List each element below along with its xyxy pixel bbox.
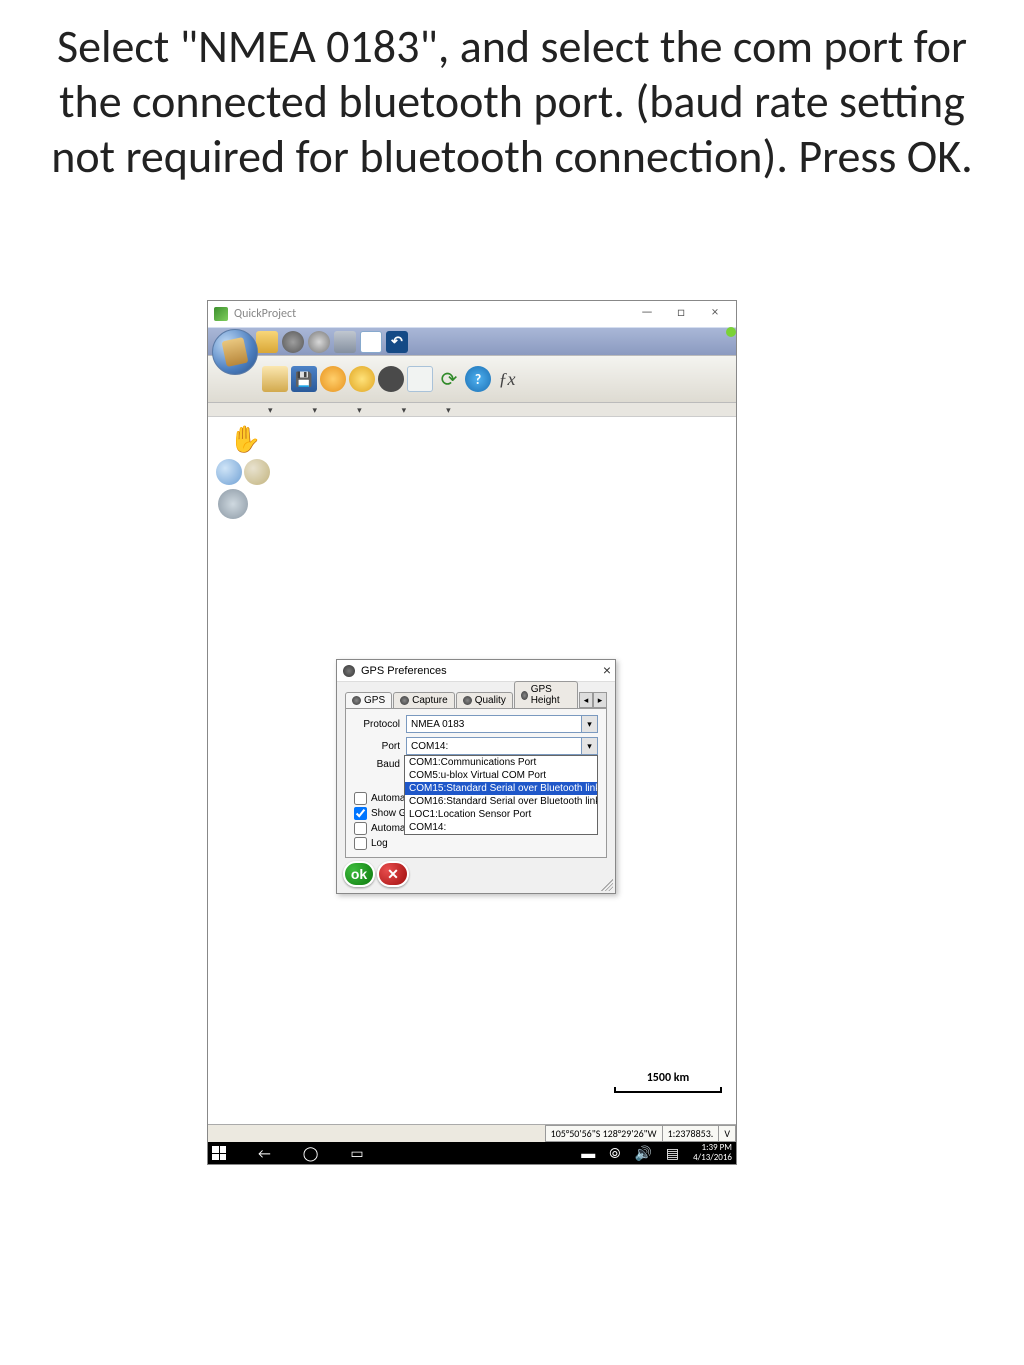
document-icon[interactable]	[407, 366, 433, 392]
port-option[interactable]: COM16:Standard Serial over Bluetooth lin…	[405, 795, 597, 808]
instruction-text: Select "NMEA 0183", and select the com p…	[0, 0, 1024, 196]
status-scale: 1:2378853.	[662, 1125, 720, 1142]
app-icon	[214, 307, 228, 321]
dropdown-caret-icon[interactable]	[446, 403, 451, 416]
port-option[interactable]: COM1:Communications Port	[405, 756, 597, 769]
scale-bar-line	[614, 1087, 722, 1093]
side-tools: ✋	[216, 423, 274, 519]
tab-gps[interactable]: GPS	[345, 692, 392, 708]
dialog-titlebar: GPS Preferences ×	[337, 660, 615, 682]
satellite-icon	[352, 696, 361, 705]
os-taskbar: ← ◯ ▭ ▬ ⦾ 🔊 ▤ 1:39 PM 4/13/2016	[208, 1142, 736, 1164]
tab-scroll-right[interactable]: ▸	[593, 692, 607, 708]
baud-label: Baud	[354, 759, 406, 770]
status-coords: 105°50'56"S 128°29'26"W	[545, 1125, 663, 1142]
scale-bar: 1500 km	[614, 1071, 722, 1093]
back-icon[interactable]: ←	[258, 1145, 271, 1162]
page-icon[interactable]	[360, 331, 382, 353]
protocol-select[interactable]: NMEA 0183 ▾	[406, 715, 598, 733]
decoration-icon	[726, 327, 736, 337]
gps-icon[interactable]	[378, 366, 404, 392]
zoom-out-icon[interactable]	[244, 459, 270, 485]
dropdown-caret-icon[interactable]	[357, 403, 362, 416]
resize-grip-icon[interactable]	[601, 879, 613, 891]
satellite2-icon[interactable]	[308, 331, 330, 353]
dialog-title: GPS Preferences	[361, 665, 447, 677]
dialog-tabs: GPS Capture Quality GPS Height ◂ ▸	[345, 688, 607, 708]
port-option[interactable]: COM5:u-blox Virtual COM Port	[405, 769, 597, 782]
minimize-button[interactable]: —	[630, 303, 664, 323]
port-label: Port	[354, 741, 406, 752]
windows-start-icon[interactable]	[212, 1146, 226, 1160]
pan-hand-icon[interactable]: ✋	[229, 423, 261, 455]
layer-icon[interactable]	[320, 366, 346, 392]
port-option[interactable]: COM14:	[405, 821, 597, 834]
satellite-icon[interactable]	[282, 331, 304, 353]
log-label: Log	[371, 838, 388, 849]
app-title: QuickProject	[234, 307, 296, 321]
tab-scroll-left[interactable]: ◂	[579, 692, 593, 708]
port-select[interactable]: COM14: ▾	[406, 737, 598, 755]
cortana-icon[interactable]: ◯	[303, 1145, 319, 1162]
app-window: QuickProject — □ × ↶ 💾 ⟳ ? ƒx	[207, 300, 737, 1165]
gps-preferences-dialog: GPS Preferences × GPS Capture Quality GP…	[336, 659, 616, 894]
chevron-down-icon[interactable]: ▾	[581, 716, 597, 732]
satellite-icon	[400, 696, 409, 705]
tab-panel-gps: Protocol NMEA 0183 ▾ Port COM14: ▾ Baud	[345, 708, 607, 858]
port-dropdown-list[interactable]: COM1:Communications Port COM5:u-blox Vir…	[404, 755, 598, 835]
zoom-in-icon[interactable]	[216, 459, 242, 485]
folder-icon[interactable]	[256, 331, 278, 353]
battery-icon[interactable]: ▬	[581, 1145, 595, 1162]
back-icon[interactable]: ↶	[386, 331, 408, 353]
satellite-icon	[343, 665, 355, 677]
toolbar-main: 💾 ⟳ ? ƒx	[208, 355, 736, 403]
layers-icon[interactable]	[349, 366, 375, 392]
satellite-icon	[521, 691, 528, 700]
dropdown-caret-icon[interactable]	[268, 403, 273, 416]
automatic2-checkbox[interactable]	[354, 822, 367, 835]
wifi-icon[interactable]: ⦾	[609, 1145, 620, 1162]
action-center-icon[interactable]: ▤	[666, 1145, 679, 1162]
open-icon[interactable]	[262, 366, 288, 392]
automatic-checkbox[interactable]	[354, 792, 367, 805]
tab-quality[interactable]: Quality	[456, 692, 513, 708]
maximize-button[interactable]: □	[664, 303, 698, 323]
help-icon[interactable]: ?	[465, 366, 491, 392]
tab-gps-height[interactable]: GPS Height	[514, 681, 578, 708]
volume-icon[interactable]: 🔊	[634, 1145, 651, 1162]
show-gps-checkbox[interactable]	[354, 807, 367, 820]
dropdown-caret-icon[interactable]	[402, 403, 407, 416]
close-button[interactable]: ×	[698, 303, 732, 323]
status-v: V	[718, 1125, 736, 1142]
cancel-button[interactable]: ✕	[377, 861, 409, 887]
start-orb[interactable]	[212, 329, 258, 375]
port-option[interactable]: LOC1:Location Sensor Port	[405, 808, 597, 821]
globe-icon[interactable]	[218, 489, 248, 519]
scale-label: 1500 km	[647, 1071, 690, 1085]
protocol-label: Protocol	[354, 719, 406, 730]
map-canvas[interactable]: ✋ GPS Preferences × GPS Capture Quality …	[208, 417, 736, 1125]
port-option-selected[interactable]: COM15:Standard Serial over Bluetooth lin…	[405, 782, 597, 795]
toolbar-dropdown-row	[208, 403, 736, 417]
titlebar: QuickProject — □ ×	[208, 301, 736, 327]
log-checkbox[interactable]	[354, 837, 367, 850]
statusbar: 105°50'56"S 128°29'26"W 1:2378853. V	[208, 1124, 736, 1142]
satellite-icon	[463, 696, 472, 705]
refresh-icon[interactable]: ⟳	[436, 366, 462, 392]
ok-button[interactable]: ok	[343, 861, 375, 887]
chevron-down-icon[interactable]: ▾	[581, 738, 597, 754]
dialog-close-button[interactable]: ×	[603, 662, 611, 678]
toolbar-top: ↶	[208, 327, 736, 355]
save-icon[interactable]: 💾	[291, 366, 317, 392]
dropdown-caret-icon[interactable]	[313, 403, 318, 416]
pencil-icon[interactable]	[334, 331, 356, 353]
fx-icon[interactable]: ƒx	[494, 366, 520, 392]
tab-capture[interactable]: Capture	[393, 692, 455, 708]
tray-clock[interactable]: 1:39 PM 4/13/2016	[693, 1143, 732, 1163]
task-view-icon[interactable]: ▭	[350, 1145, 363, 1162]
